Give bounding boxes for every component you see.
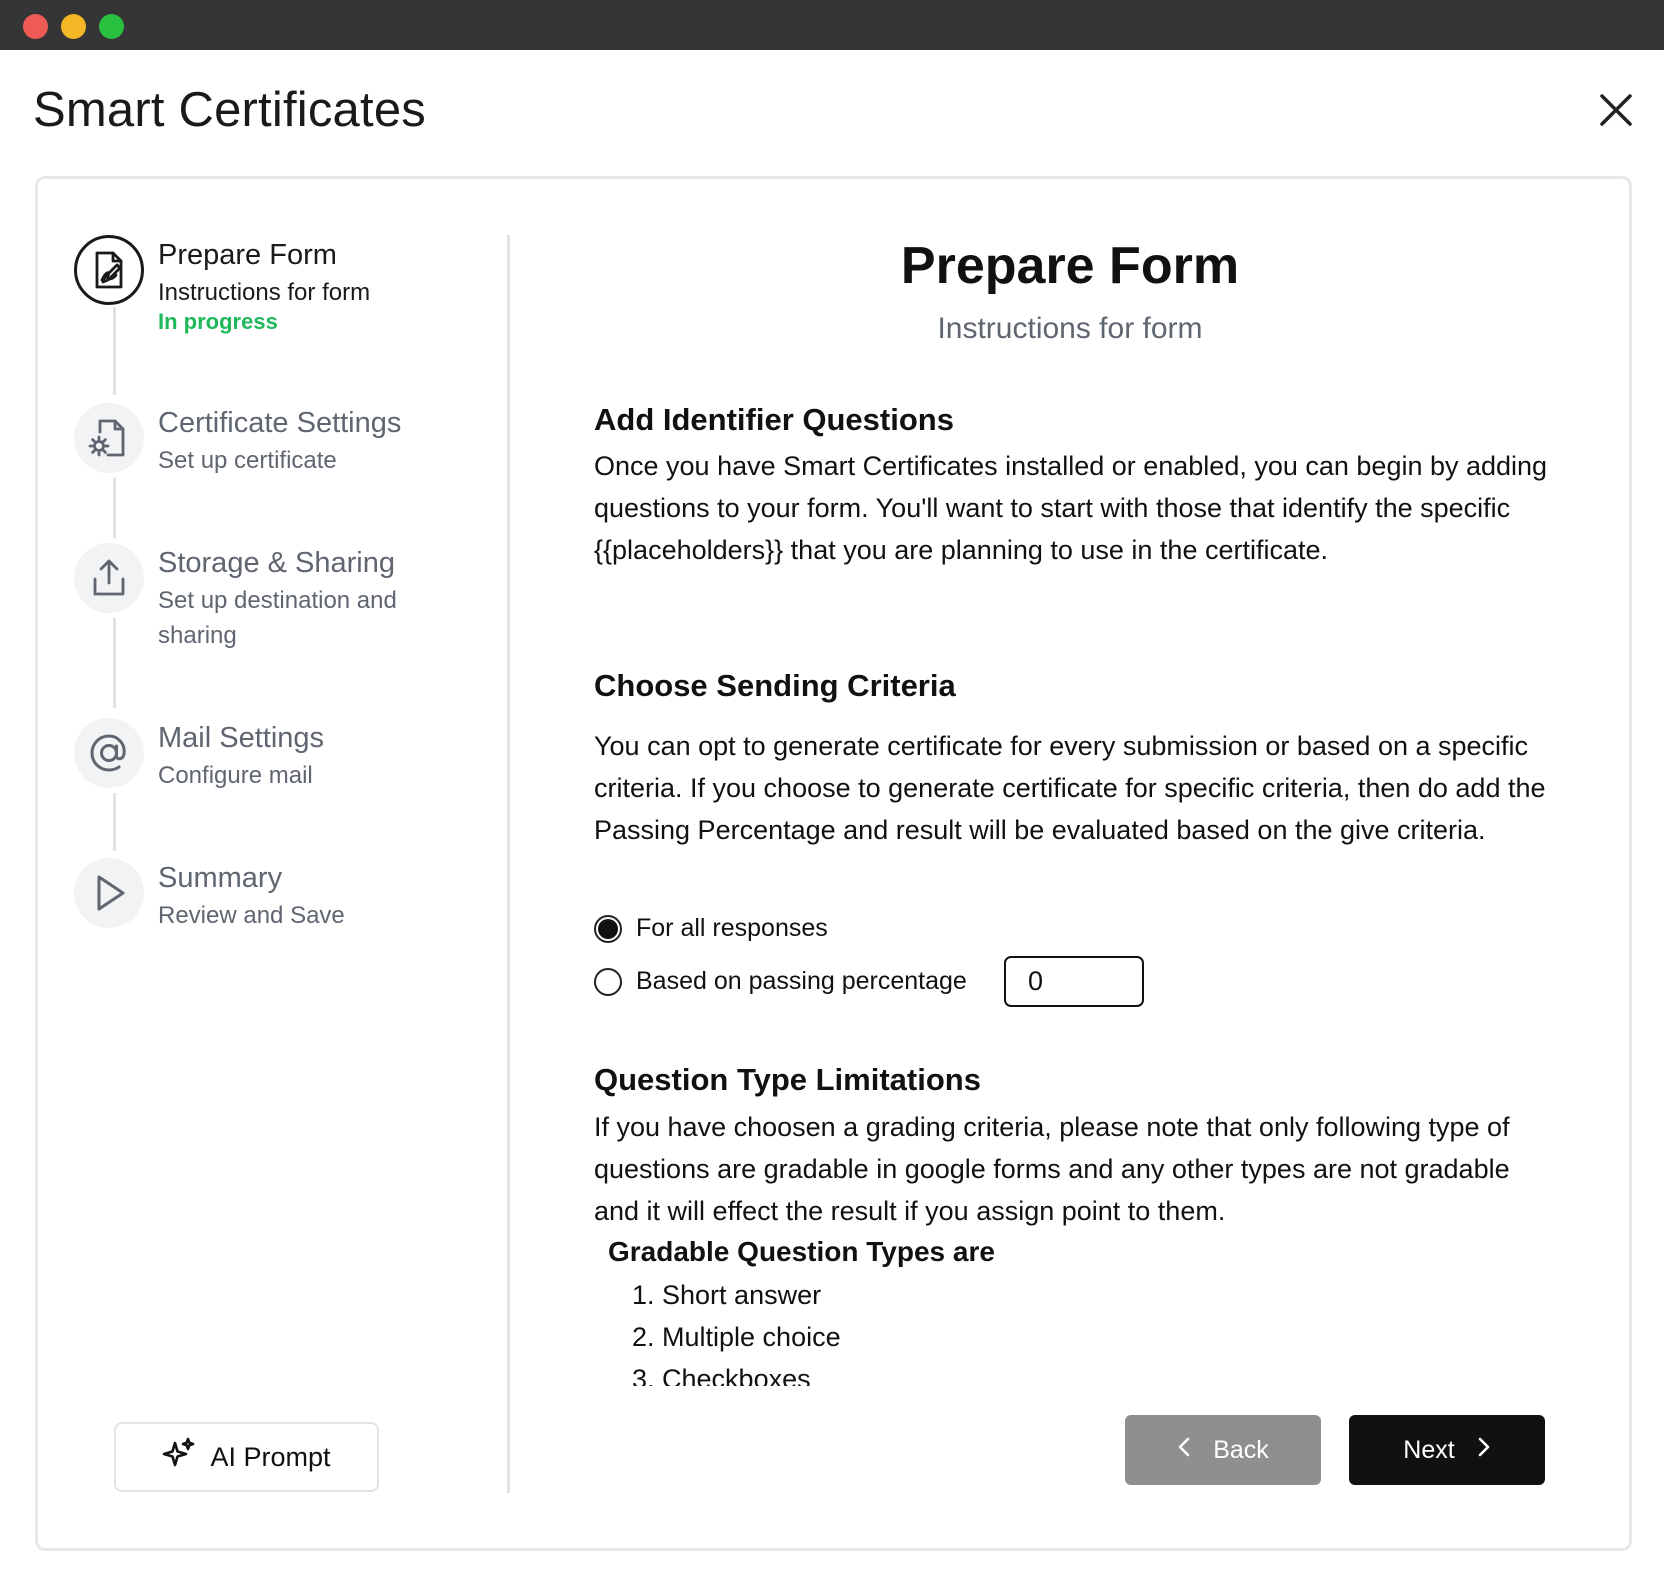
step-subtitle: Configure mail [158,762,313,789]
step-title: Prepare Form [158,239,337,271]
list-item: 3. Checkboxes [632,1364,811,1386]
step-status-badge: In progress [158,309,278,334]
ai-prompt-button[interactable]: AI Prompt [114,1422,379,1492]
window-minimize-dot[interactable] [61,14,86,39]
next-button[interactable]: Next [1349,1415,1545,1485]
at-sign-icon [74,718,144,788]
step-subtitle: Instructions for form [158,279,371,306]
back-label: Back [1213,1435,1269,1464]
play-triangle-icon [74,858,144,928]
back-button[interactable]: Back [1125,1415,1321,1485]
file-signature-icon [74,235,144,305]
step-title: Mail Settings [158,722,325,754]
section-title-criteria: Choose Sending Criteria [594,668,956,703]
section-title-limitations: Question Type Limitations [594,1062,981,1097]
gradable-types-list: 1. Short answer 2. Multiple choice 3. Ch… [632,1274,841,1386]
section-text-criteria: You can opt to generate certificate for … [594,731,1546,845]
step-connector [113,478,116,538]
radio-option-all-responses[interactable]: For all responses [594,914,828,943]
step-subtitle: Set up certificate [158,447,337,474]
section-title-identifier: Add Identifier Questions [594,402,954,437]
step-title: Certificate Settings [158,407,402,439]
ai-prompt-label: AI Prompt [210,1441,331,1472]
step-title: Summary [158,862,283,894]
step-connector [113,793,116,851]
close-icon[interactable] [1596,90,1636,130]
file-settings-icon [74,403,144,473]
app-title: Smart Certificates [33,83,426,137]
upload-share-icon [74,543,144,613]
list-item: 1. Short answer [632,1280,822,1310]
radio-passing-percentage[interactable] [594,967,622,996]
step-title: Storage & Sharing [158,547,395,579]
window-close-dot[interactable] [23,14,48,39]
sparkle-icon [162,1437,196,1478]
list-item: 2. Multiple choice [632,1322,841,1352]
page-title: Prepare Form [900,237,1240,295]
step-connector [113,307,116,395]
gradable-types-title: Gradable Question Types are [608,1236,995,1267]
window-zoom-dot[interactable] [99,14,124,39]
radio-all-responses[interactable] [594,914,622,943]
step-subtitle: Set up destination and sharing [158,587,397,649]
radio-label: Based on passing percentage [636,967,967,995]
section-text-limitations: If you have choosen a grading criteria, … [594,1112,1510,1226]
chevron-left-icon [1177,1436,1191,1465]
section-text-identifier: Once you have Smart Certificates install… [594,451,1548,565]
page-subtitle: Instructions for form [937,312,1203,345]
radio-option-passing-percentage[interactable]: Based on passing percentage [594,967,967,996]
chevron-right-icon [1477,1436,1491,1465]
radio-label: For all responses [636,914,828,942]
panel-divider [507,235,510,1493]
step-connector [113,618,116,708]
step-subtitle: Review and Save [158,902,345,929]
next-label: Next [1403,1435,1455,1464]
window-titlebar [0,0,1664,50]
passing-percentage-input[interactable] [1004,956,1144,1007]
